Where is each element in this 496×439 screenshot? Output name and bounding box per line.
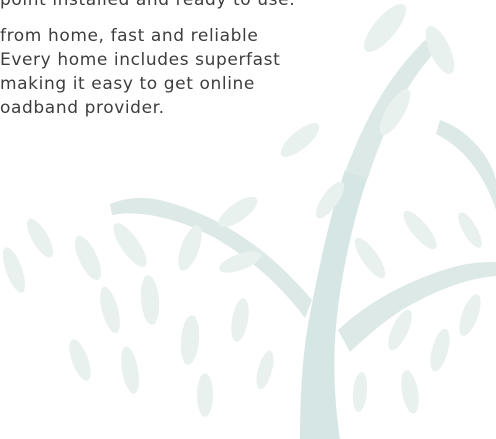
- page: point installed and ready to use. from h…: [0, 0, 496, 439]
- article-text: point installed and ready to use. from h…: [0, 0, 340, 120]
- article-line-top: point installed and ready to use.: [0, 0, 296, 10]
- article-line: making it easy to get online: [0, 74, 255, 94]
- article-line: oadband provider.: [0, 98, 165, 118]
- article-line: Every home includes superfast: [0, 50, 281, 70]
- tree-branch-far-right: [436, 120, 496, 210]
- article-line: from home, fast and reliable: [0, 26, 259, 46]
